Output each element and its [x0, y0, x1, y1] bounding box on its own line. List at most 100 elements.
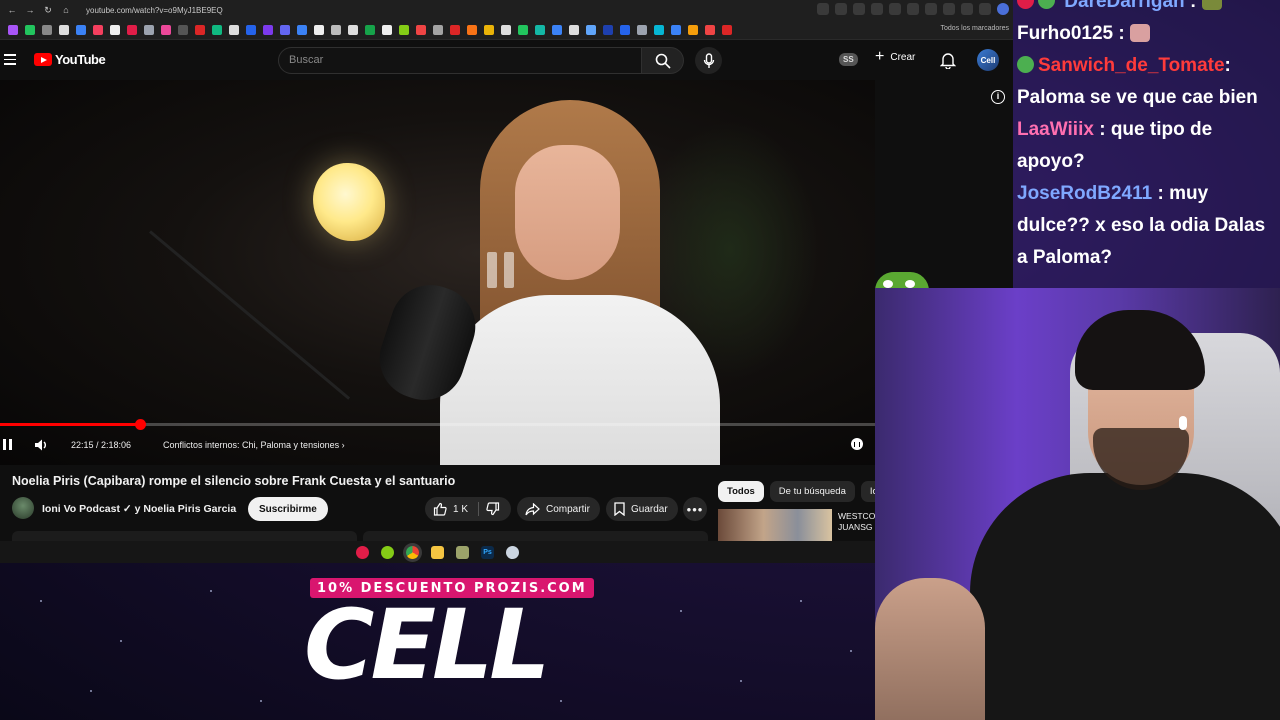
bookmark-icon[interactable]: [603, 24, 613, 35]
create-button[interactable]: + Crear: [875, 49, 915, 65]
bookmark-icon[interactable]: [76, 24, 86, 35]
install-icon[interactable]: [835, 3, 847, 15]
all-bookmarks-link[interactable]: Todos los marcadores: [941, 25, 1009, 32]
channel-name[interactable]: Ioni Vo Podcast ✓ y Noelia Piris Garcia: [42, 503, 236, 515]
chat-username[interactable]: DareDarrigan: [1064, 0, 1184, 12]
app-icon[interactable]: [456, 545, 469, 559]
more-actions-icon[interactable]: •••: [683, 497, 707, 521]
thumbs-down-icon[interactable]: [486, 502, 500, 516]
channel-avatar[interactable]: [12, 497, 34, 519]
ss-badge[interactable]: SS: [839, 53, 858, 66]
chip-all[interactable]: Todos: [718, 481, 764, 502]
home-icon[interactable]: ⌂: [60, 4, 72, 16]
hamburger-menu-icon[interactable]: [4, 54, 16, 65]
bookmark-icon[interactable]: [297, 24, 307, 35]
share-button[interactable]: Compartir: [517, 497, 600, 521]
photoshop-icon[interactable]: Ps: [481, 545, 494, 559]
bookmark-icon[interactable]: [212, 24, 222, 35]
bookmark-icon[interactable]: [280, 24, 290, 35]
sidebar-icon[interactable]: [961, 3, 973, 15]
extension-icon[interactable]: [907, 3, 919, 15]
bookmark-icon[interactable]: [467, 24, 477, 35]
bookmark-icon[interactable]: [93, 24, 103, 35]
bookmark-icon[interactable]: [161, 24, 171, 35]
bookmark-icon[interactable]: [8, 24, 18, 35]
bookmark-icon[interactable]: [450, 24, 460, 35]
info-icon[interactable]: i: [991, 90, 1005, 104]
chat-username[interactable]: Furho0125: [1017, 23, 1113, 44]
recommendation-title[interactable]: WESTCO JUANSG: [838, 511, 878, 533]
search-button[interactable]: [642, 47, 684, 74]
folder-icon[interactable]: [431, 545, 444, 559]
bookmark-icon[interactable]: [620, 24, 630, 35]
zoom-icon[interactable]: [817, 3, 829, 15]
forward-icon[interactable]: →: [24, 4, 36, 16]
bookmark-icon[interactable]: [722, 24, 732, 35]
app-icon[interactable]: [381, 545, 394, 559]
bookmark-icon[interactable]: [314, 24, 324, 35]
search-box[interactable]: [278, 47, 642, 74]
progress-bar[interactable]: [0, 419, 875, 430]
bookmark-icon[interactable]: [433, 24, 443, 35]
app-icon[interactable]: [506, 545, 519, 559]
bookmark-icon[interactable]: [688, 24, 698, 35]
bookmark-icon[interactable]: [348, 24, 358, 35]
bookmark-icon[interactable]: [535, 24, 545, 35]
video-player[interactable]: [0, 80, 875, 465]
bookmark-icon[interactable]: [484, 24, 494, 35]
bookmark-icon[interactable]: [42, 24, 52, 35]
star-icon[interactable]: [853, 3, 865, 15]
bookmark-icon[interactable]: [127, 24, 137, 35]
bookmark-icon[interactable]: [552, 24, 562, 35]
bookmark-icon[interactable]: [110, 24, 120, 35]
bookmark-icon[interactable]: [195, 24, 205, 35]
bookmark-icon[interactable]: [365, 24, 375, 35]
save-button[interactable]: Guardar: [606, 497, 678, 521]
voice-search-button[interactable]: [695, 47, 722, 74]
bookmark-icon[interactable]: [246, 24, 256, 35]
download-icon[interactable]: [979, 3, 991, 15]
bookmark-icon[interactable]: [25, 24, 35, 35]
extension-icon[interactable]: [871, 3, 883, 15]
url-field[interactable]: youtube.com/watch?v=o9MyJ1BE9EQ: [86, 6, 223, 15]
bookmark-icon[interactable]: [229, 24, 239, 35]
bookmark-icon[interactable]: [382, 24, 392, 35]
account-avatar[interactable]: Cell: [977, 49, 999, 71]
bookmark-icon[interactable]: [59, 24, 69, 35]
bookmark-icon[interactable]: [178, 24, 188, 35]
bookmark-icon[interactable]: [263, 24, 273, 35]
pause-button[interactable]: [3, 439, 13, 450]
notifications-bell-icon[interactable]: [940, 52, 956, 69]
bookmark-icon[interactable]: [637, 24, 647, 35]
chrome-icon[interactable]: [406, 545, 419, 559]
bookmark-icon[interactable]: [501, 24, 511, 35]
chat-username[interactable]: Sanwich_de_Tomate: [1038, 55, 1225, 76]
bookmark-icon[interactable]: [331, 24, 341, 35]
back-icon[interactable]: ←: [6, 4, 18, 16]
bookmark-icon[interactable]: [671, 24, 681, 35]
bookmark-icon[interactable]: [654, 24, 664, 35]
bookmark-icon[interactable]: [399, 24, 409, 35]
extension-icon[interactable]: [889, 3, 901, 15]
bookmark-icon[interactable]: [586, 24, 596, 35]
puzzle-icon[interactable]: [943, 3, 955, 15]
bookmark-icon[interactable]: [416, 24, 426, 35]
reload-icon[interactable]: ↻: [42, 4, 54, 16]
youtube-logo[interactable]: YouTube: [34, 52, 106, 67]
chat-username[interactable]: JoseRodB2411: [1017, 183, 1152, 204]
chapter-title[interactable]: Conflictos internos: Chi, Paloma y tensi…: [163, 440, 345, 450]
bookmark-icon[interactable]: [518, 24, 528, 35]
search-input[interactable]: [289, 54, 619, 66]
profile-icon[interactable]: [997, 3, 1009, 15]
volume-icon[interactable]: [33, 437, 49, 453]
description-box[interactable]: [12, 531, 357, 541]
extension-icon[interactable]: [925, 3, 937, 15]
subscribe-button[interactable]: Suscribirme: [248, 497, 328, 521]
app-icon[interactable]: [356, 545, 369, 559]
chat-username[interactable]: LaaWiiix: [1017, 119, 1094, 140]
progress-scrubber[interactable]: [135, 419, 146, 430]
comments-box[interactable]: [363, 531, 708, 541]
bookmark-icon[interactable]: [144, 24, 154, 35]
chip-from-search[interactable]: De tu búsqueda: [769, 481, 855, 502]
like-button[interactable]: 1 K: [425, 497, 511, 521]
